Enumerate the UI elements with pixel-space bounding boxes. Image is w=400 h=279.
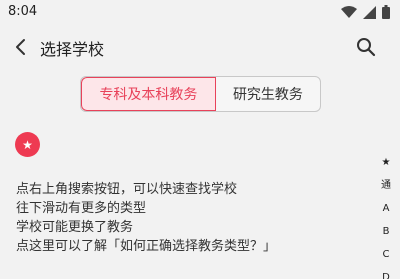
index-item-star[interactable]: ★ bbox=[382, 151, 391, 174]
status-time: 8:04 bbox=[8, 4, 38, 19]
tip-line: 点右上角搜索按钮，可以快速查找学校 bbox=[16, 182, 238, 197]
index-item-b[interactable]: B bbox=[383, 220, 390, 243]
status-icons bbox=[341, 5, 390, 19]
page-title: 选择学校 bbox=[40, 40, 105, 59]
favorites-badge[interactable]: ★ bbox=[15, 132, 40, 157]
tab-graduate[interactable]: 研究生教务 bbox=[216, 77, 320, 111]
status-bar: 8:04 bbox=[0, 0, 400, 24]
app-bar: 选择学校 bbox=[0, 28, 400, 66]
signal-icon bbox=[363, 5, 376, 19]
alphabet-index-bar[interactable]: ★ 通 A B C D bbox=[378, 151, 394, 279]
tip-line: 往下滑动有更多的类型 bbox=[16, 201, 147, 216]
battery-icon bbox=[382, 5, 390, 19]
index-item-c[interactable]: C bbox=[383, 243, 390, 266]
index-item-common[interactable]: 通 bbox=[381, 174, 391, 197]
index-item-a[interactable]: A bbox=[383, 197, 390, 220]
tab-undergraduate[interactable]: 专科及本科教务 bbox=[81, 77, 216, 111]
star-icon: ★ bbox=[22, 137, 33, 152]
tip-line: 学校可能更换了教务 bbox=[16, 220, 134, 235]
back-arrow-icon[interactable] bbox=[12, 38, 30, 56]
wifi-icon bbox=[341, 5, 357, 18]
tip-link[interactable]: 点这里可以了解「如何正确选择教务类型？」 bbox=[16, 237, 276, 256]
tips-block: 点右上角搜索按钮，可以快速查找学校 往下滑动有更多的类型 学校可能更换了教务 点… bbox=[16, 180, 276, 256]
search-icon[interactable] bbox=[356, 37, 376, 57]
education-type-tabs: 专科及本科教务 研究生教务 bbox=[80, 76, 321, 112]
index-item-d[interactable]: D bbox=[382, 266, 390, 279]
